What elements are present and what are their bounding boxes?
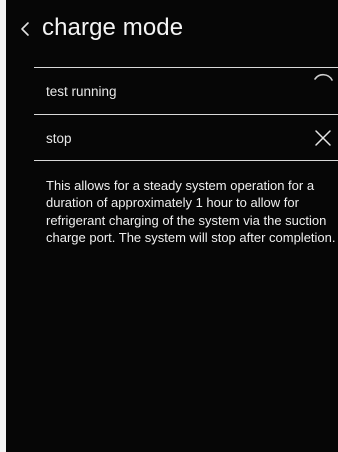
header: charge mode [6,0,338,56]
option-label-test-running: test running [46,84,117,99]
charge-mode-screen: charge mode test running stop This allow… [6,0,338,452]
close-icon [315,130,331,146]
option-stop[interactable]: stop [34,115,338,161]
back-button[interactable] [14,14,36,44]
option-label-stop: stop [46,131,72,146]
spinner-icon [314,73,333,81]
divider [34,160,338,161]
option-test-running[interactable]: test running [34,68,338,114]
chevron-left-icon [21,22,29,36]
mode-description: This allows for a steady system operatio… [46,178,336,245]
page-title: charge mode [42,14,184,41]
